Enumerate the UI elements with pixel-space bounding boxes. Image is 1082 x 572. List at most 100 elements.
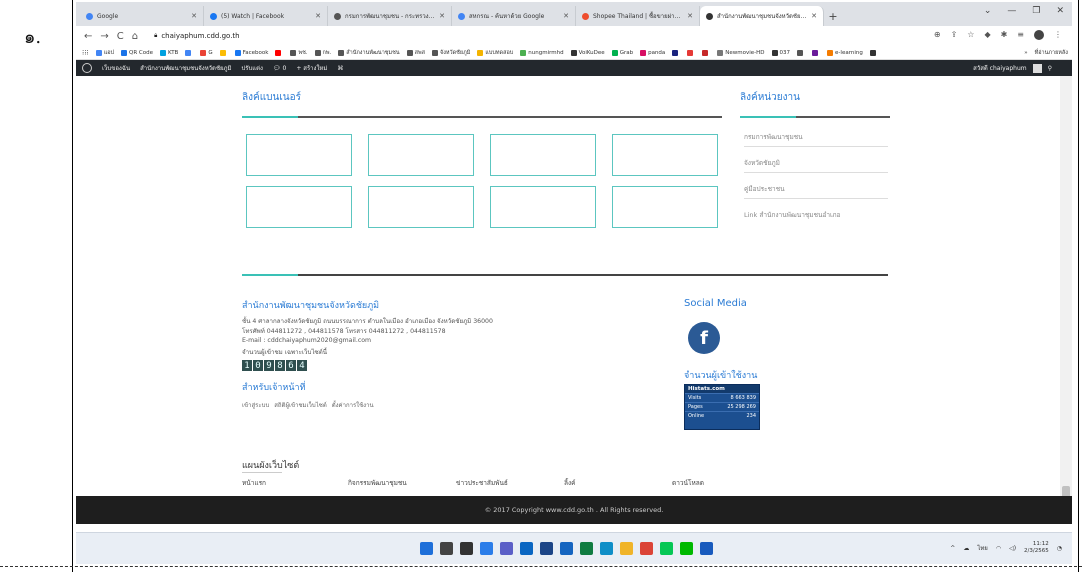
bookmark-item[interactable] (185, 49, 193, 56)
wp-search-icon[interactable]: ⚲ (1048, 65, 1052, 72)
search-icon[interactable] (440, 542, 453, 555)
bookmark-item[interactable]: แอป (95, 49, 114, 57)
wordpress-icon[interactable] (82, 63, 92, 73)
banner-slot[interactable] (246, 186, 352, 228)
wp-my-sites[interactable]: เว็บของฉัน (102, 63, 130, 73)
tab-close-icon[interactable]: ✕ (811, 12, 817, 20)
file-explorer-icon[interactable] (520, 542, 533, 555)
word-icon[interactable] (700, 542, 713, 555)
bookmark-item[interactable]: จังหวัดชัยภูมิ (431, 49, 470, 57)
banner-slot[interactable] (368, 186, 474, 228)
histats-widget[interactable]: Histats.com Visits 8 663 839 Pages 25 298 … (684, 384, 760, 430)
browser-tab[interactable]: Shopee Thailand | ซื้อขายผ่านมือถือ ✕ (576, 6, 700, 26)
page-scrollbar[interactable] (1060, 76, 1072, 516)
share-icon[interactable]: ⇪ (951, 30, 958, 40)
sitemap-activities[interactable]: กิจกรรมพัฒนาชุมชน (348, 478, 407, 488)
bookmark-item[interactable] (797, 49, 805, 56)
agency-link-province[interactable]: จังหวัดชัยภูมิ (744, 158, 888, 173)
tab-search-icon[interactable]: ⌄ (984, 6, 992, 16)
notification-icon[interactable]: ◔ (1057, 545, 1062, 552)
extension-icon[interactable]: ◆ (984, 30, 990, 40)
clock[interactable]: 11:12 2/3/2565 (1024, 541, 1049, 555)
browser-tab[interactable]: สหกรณ - ค้นหาด้วย Google ✕ (452, 6, 576, 26)
onedrive-icon[interactable]: ☁︎ (963, 545, 969, 552)
banner-slot[interactable] (612, 186, 718, 228)
bookmark-item[interactable] (869, 49, 878, 56)
browser-tab[interactable]: สำนักงานพัฒนาชุมชนจังหวัดชัยภูมิ ✕ (700, 6, 824, 26)
wp-customize[interactable]: ปรับแต่ง (241, 63, 263, 73)
bookmark-item[interactable]: nungmirmhd (520, 49, 564, 56)
sitemap-home[interactable]: หน้าแรก (242, 478, 266, 488)
excel-icon[interactable] (580, 542, 593, 555)
language-indicator[interactable]: ไทย (977, 543, 988, 553)
sitemap-download[interactable]: ดาวน์โหลด (672, 478, 704, 488)
line-icon[interactable] (660, 542, 673, 555)
windows-start-icon[interactable] (420, 542, 433, 555)
banner-slot[interactable] (246, 134, 352, 176)
profile-avatar[interactable] (1034, 30, 1044, 40)
minimize-button[interactable]: — (1007, 6, 1016, 16)
bookmarks-overflow[interactable]: » (1024, 50, 1027, 56)
bookmark-item[interactable]: panda (640, 49, 665, 56)
apps-grid-icon[interactable]: ⁝⁝⁝ (82, 49, 89, 57)
bookmark-item[interactable] (219, 49, 228, 56)
browser-tab[interactable]: Google ✕ (80, 6, 204, 26)
bookmark-item[interactable] (672, 49, 680, 56)
maximize-button[interactable]: ❐ (1032, 6, 1040, 16)
tab-close-icon[interactable]: ✕ (191, 12, 197, 20)
wp-comments[interactable]: 💬︎ 0 (273, 65, 286, 72)
stats-link[interactable]: สถิติผู้เข้าชมเว็บไซต์ (274, 400, 326, 410)
facebook-icon[interactable]: f (688, 322, 720, 354)
bookmark-item[interactable]: QR Code (121, 49, 153, 56)
banner-slot[interactable] (490, 134, 596, 176)
wp-site-name[interactable]: สำนักงานพัฒนาชุมชนจังหวัดชัยภูมิ (140, 63, 231, 73)
bookmark-item[interactable]: แบบทดสอบ (477, 49, 513, 57)
widgets-icon[interactable] (480, 542, 493, 555)
sitemap-news[interactable]: ข่าวประชาสัมพันธ์ (456, 478, 508, 488)
chat-icon[interactable] (500, 542, 513, 555)
bookmark-item[interactable]: e-learning (827, 49, 863, 56)
login-link[interactable]: เข้าสู่ระบบ (242, 400, 269, 410)
banner-slot[interactable] (490, 186, 596, 228)
banner-slot[interactable] (612, 134, 718, 176)
zoom-icon[interactable]: ⊕ (934, 30, 941, 40)
folder-icon[interactable] (620, 542, 633, 555)
new-tab-button[interactable]: + (824, 6, 842, 26)
app-icon[interactable] (560, 542, 573, 555)
puzzle-icon[interactable]: ✱ (1001, 30, 1008, 40)
browser-tab[interactable]: (5) Watch | Facebook ✕ (204, 6, 328, 26)
agency-link-district[interactable]: Link สำนักงานพัฒนาชุมชนอำเภอ (744, 210, 888, 224)
reading-list[interactable]: ที่อ่านภายหลัง (1035, 49, 1072, 57)
bookmark-item[interactable]: Grab (611, 49, 633, 56)
tab-close-icon[interactable]: ✕ (687, 12, 693, 20)
close-window-button[interactable]: ✕ (1056, 6, 1064, 16)
bookmark-item[interactable]: สพส (406, 49, 425, 57)
sitemap-links[interactable]: ลิ้งค์ (564, 478, 576, 488)
forward-button[interactable]: → (100, 31, 108, 42)
bookmark-item[interactable] (687, 49, 695, 56)
bookmark-item[interactable]: KTB (160, 49, 178, 56)
reading-list-icon[interactable]: ≡ (1017, 30, 1024, 40)
bookmark-item[interactable] (812, 49, 820, 56)
wifi-icon[interactable]: ◠ (996, 545, 1001, 552)
tab-close-icon[interactable]: ✕ (315, 12, 321, 20)
url-field[interactable]: 🔒︎ chaiyaphum.cdd.go.th (154, 32, 240, 40)
browser-tab[interactable]: กรมการพัฒนาชุมชน - กระทรวงมหาดไทย ✕ (328, 6, 452, 26)
store-icon[interactable] (540, 542, 553, 555)
wp-account[interactable]: สวัสดี chaiyaphum ⚲ (973, 63, 1052, 73)
wp-new[interactable]: + สร้างใหม่ (296, 63, 327, 73)
banner-slot[interactable] (368, 134, 474, 176)
agency-link-manual[interactable]: คู่มือประชาชน (744, 184, 888, 199)
bookmark-item[interactable]: สำนักงานพัฒนาชุมชน (338, 49, 400, 57)
bookmark-item[interactable]: Facebook (234, 49, 268, 56)
reload-button[interactable]: C (117, 31, 124, 42)
bookmark-item[interactable]: VoiKuDee (570, 49, 605, 56)
bookmark-item[interactable]: 037 (771, 49, 790, 56)
volume-icon[interactable]: ◁) (1009, 545, 1016, 552)
line-alt-icon[interactable] (680, 542, 693, 555)
tab-close-icon[interactable]: ✕ (563, 12, 569, 20)
home-button[interactable]: ⌂ (132, 31, 138, 42)
chevron-up-icon[interactable]: ^ (950, 545, 955, 552)
task-view-icon[interactable] (460, 542, 473, 555)
bookmark-item[interactable]: G (200, 49, 213, 56)
